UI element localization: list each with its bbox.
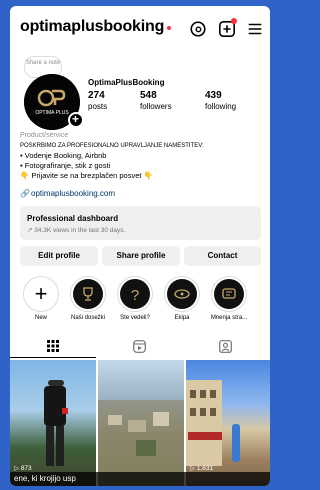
share-profile-button[interactable]: Share profile — [102, 246, 180, 266]
edit-profile-button[interactable]: Edit profile — [20, 246, 98, 266]
tab-reels[interactable] — [96, 334, 182, 358]
reels-icon — [132, 339, 146, 353]
add-story-icon[interactable]: + — [68, 112, 84, 128]
highlight-ring — [70, 276, 106, 312]
top-bar: optimaplusbooking ⌄ — [10, 6, 270, 48]
create-notification-dot — [231, 18, 237, 24]
highlight-ring — [211, 276, 247, 312]
highlight-label: New — [34, 315, 47, 321]
bio-line: ▪ Vodenje Booking, Airbnb — [20, 151, 107, 160]
highlight-label: Ste vedeli? — [120, 315, 150, 321]
tab-tagged[interactable] — [182, 334, 268, 358]
notification-dot — [167, 26, 171, 30]
bio: POSKRBIMO ZA PROFESIONALNO UPRAVLJANJE N… — [20, 141, 265, 181]
followers-label: followers — [140, 102, 172, 111]
posts-stat[interactable]: 274 posts — [88, 90, 107, 111]
tagged-icon — [218, 339, 232, 353]
threads-icon[interactable] — [189, 20, 207, 38]
highlight-ring — [164, 276, 200, 312]
following-count: 439 — [205, 90, 222, 101]
highlight-item[interactable]: Ekipa — [162, 276, 202, 321]
following-label: following — [205, 102, 237, 111]
link-icon: 🔗 — [20, 189, 30, 198]
highlight-ring: ? — [117, 276, 153, 312]
profile-tabs — [10, 334, 270, 358]
plus-icon: + — [34, 281, 48, 306]
highlight-item[interactable]: Naši dosežki — [68, 276, 108, 321]
post-thumbnail[interactable]: ▷ 1,631 — [186, 360, 270, 486]
post-caption-overlay: ene, ki krojijo usp — [10, 472, 270, 486]
question-icon: ? — [131, 287, 139, 303]
trophy-icon — [83, 287, 93, 301]
category-label: Product/service — [20, 132, 69, 139]
highlight-item[interactable]: ? Ste vedeli? — [115, 276, 155, 321]
professional-dashboard[interactable]: Professional dashboard ↗ 34.3K views in … — [20, 206, 261, 240]
team-icon — [174, 289, 190, 299]
dashboard-title: Professional dashboard — [27, 214, 119, 223]
highlight-new[interactable]: + New — [21, 276, 61, 321]
highlight-item[interactable]: Mnenja stra... — [209, 276, 249, 321]
avatar-brand-text: OPTIMA PLUS — [35, 110, 69, 116]
chevron-down-icon[interactable]: ⌄ — [156, 23, 164, 34]
new-highlight-ring: + — [23, 276, 59, 312]
following-stat[interactable]: 439 following — [205, 90, 236, 111]
highlight-label: Ekipa — [174, 315, 190, 321]
post-thumbnail[interactable]: ▷ 873 — [10, 360, 96, 486]
username-switcher[interactable]: optimaplusbooking — [20, 18, 164, 36]
grid-icon — [47, 339, 59, 352]
followers-stat[interactable]: 548 followers — [140, 90, 172, 111]
bio-line: ▪ Fotografiranje, stik z gosti — [20, 161, 111, 170]
svg-text:?: ? — [131, 287, 139, 303]
highlight-label: Mnenja stra... — [210, 315, 248, 321]
reviews-icon — [222, 288, 236, 299]
view-count: ▷ 873 — [14, 465, 32, 472]
bio-line: 👇 Prijavite se na brezplačen posvet 👇 — [20, 171, 153, 180]
website-link-text: optimaplusbooking.com — [31, 189, 116, 198]
highlight-label: Naši dosežki — [70, 315, 105, 321]
tab-posts[interactable] — [10, 334, 96, 358]
dashboard-subtitle: ↗ 34.3K views in the last 30 days. — [27, 227, 126, 234]
bio-line: POSKRBIMO ZA PROFESIONALNO UPRAVLJANJE N… — [20, 143, 204, 149]
menu-icon[interactable] — [246, 20, 264, 38]
post-grid: ▷ 873 ▷ 1,631 ene, ki krojijo usp — [10, 360, 270, 486]
display-name: OptimaPlusBooking — [88, 78, 165, 87]
posts-label: posts — [88, 102, 108, 111]
contact-button[interactable]: Contact — [184, 246, 261, 266]
profile-screen: optimaplusbooking ⌄ Share a note OPTIMA … — [10, 6, 270, 486]
post-thumbnail[interactable] — [98, 360, 184, 486]
view-count: ▷ 1,631 — [190, 465, 214, 472]
posts-count: 274 — [88, 90, 105, 101]
followers-count: 548 — [140, 90, 157, 101]
post-image — [98, 400, 184, 486]
website-link[interactable]: 🔗optimaplusbooking.com — [20, 189, 115, 198]
